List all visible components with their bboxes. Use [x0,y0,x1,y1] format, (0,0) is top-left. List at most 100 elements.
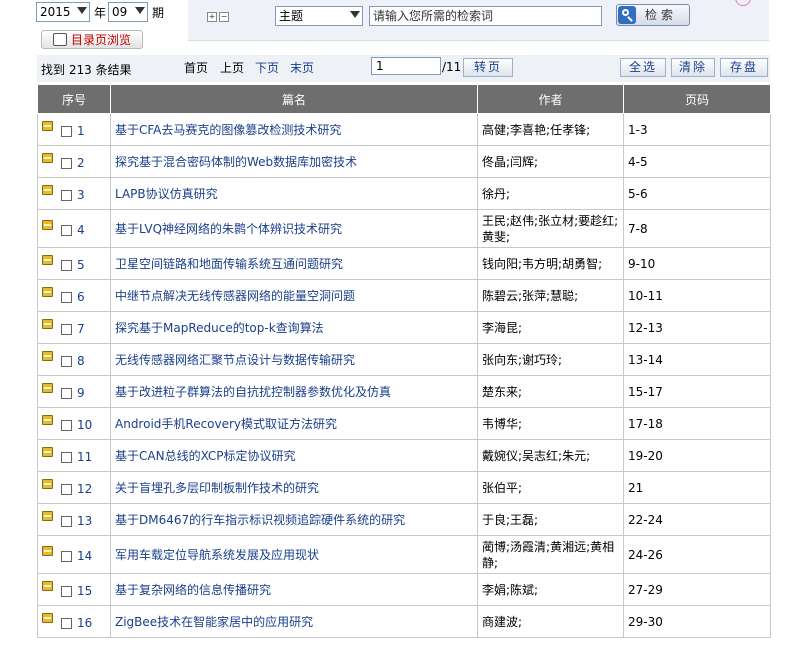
article-title-link[interactable]: 基于CAN总线的XCP标定协议研究 [115,449,296,463]
row-checkbox[interactable] [61,260,72,271]
row-number-cell: 5 [37,247,111,280]
article-title-link[interactable]: 中继节点解决无线传感器网络的能量空洞问题 [115,289,355,303]
search-field-value: 主题 [279,9,304,23]
article-title-link[interactable]: 军用车载定位导航系统发展及应用现状 [115,548,319,562]
book-icon[interactable] [42,415,53,425]
book-icon[interactable] [42,581,53,591]
book-icon[interactable] [42,351,53,361]
search-field-select[interactable]: 主题 [275,6,363,26]
row-checkbox[interactable] [61,484,72,495]
article-title-link[interactable]: 基于复杂网络的信息传播研究 [115,583,271,597]
pages-cell: 4-5 [623,145,771,178]
row-checkbox[interactable] [61,516,72,527]
row-checkbox[interactable] [61,292,72,303]
row-checkbox[interactable] [61,452,72,463]
search-button[interactable]: 检索 [616,4,690,26]
row-checkbox[interactable] [61,190,72,201]
table-row: 10 Android手机Recovery模式取证方法研究 韦博华; 17-18 [37,407,771,440]
row-checkbox[interactable] [61,618,72,629]
page-number-input[interactable]: 1 [371,57,441,75]
book-icon[interactable] [42,220,53,230]
book-icon[interactable] [42,121,53,131]
article-title-link[interactable]: 基于LVQ神经网络的朱鹮个体辨识技术研究 [115,222,342,236]
toc-browse-button[interactable]: 目录页浏览 [41,30,143,49]
article-title-link[interactable]: 基于DM6467的行车指示标识视频追踪硬件系统的研究 [115,513,405,527]
prev-page-link[interactable]: 上页 [220,59,244,76]
minus-icon[interactable]: − [219,12,229,22]
pages-cell: 15-17 [623,375,771,408]
row-number: 4 [77,223,85,237]
book-icon[interactable] [42,153,53,163]
row-number: 5 [77,258,85,272]
header-author: 作者 [477,84,624,114]
row-checkbox[interactable] [61,126,72,137]
issue-select[interactable]: 09 [108,2,148,22]
title-cell: ZigBee技术在智能家居中的应用研究 [110,605,478,638]
table-row: 11 基于CAN总线的XCP标定协议研究 戴婉仪;吴志红;朱元; 19-20 [37,439,771,472]
table-row: 12 关于盲埋孔多层印制板制作技术的研究 张伯平; 21 [37,471,771,504]
author-cell: 王民;赵伟;张立材;要趁红;黄斐; [477,209,624,248]
search-input[interactable]: 请输入您所需的检索词 [369,6,602,26]
table-row: 16 ZigBee技术在智能家居中的应用研究 商建波; 29-30 [37,605,771,638]
table-row: 13 基于DM6467的行车指示标识视频追踪硬件系统的研究 于良;王磊; 22-24 [37,503,771,536]
row-checkbox[interactable] [61,225,72,236]
row-checkbox[interactable] [61,356,72,367]
author-cell: 张伯平; [477,471,624,504]
table-row: 1 基于CFA去马赛克的图像篡改检测技术研究 高健;李喜艳;任孝锋; 1-3 [37,113,771,146]
row-checkbox[interactable] [61,551,72,562]
result-count: 找到 213 条结果 [41,63,132,77]
row-checkbox[interactable] [61,158,72,169]
table-row: 5 卫星空间链路和地面传输系统互通问题研究 钱向阳;韦方明;胡勇智; 9-10 [37,247,771,280]
row-number-cell: 15 [37,573,111,606]
first-page-link[interactable]: 首页 [184,59,208,76]
article-title-link[interactable]: LAPB协议仿真研究 [115,187,218,201]
row-number-cell: 2 [37,145,111,178]
book-icon[interactable] [42,546,53,556]
article-title-link[interactable]: 卫星空间链路和地面传输系统互通问题研究 [115,257,343,271]
book-icon[interactable] [42,383,53,393]
book-icon[interactable] [42,511,53,521]
article-title-link[interactable]: 探究基于MapReduce的top-k查询算法 [115,321,324,335]
title-cell: 基于CFA去马赛克的图像篡改检测技术研究 [110,113,478,146]
article-title-link[interactable]: Android手机Recovery模式取证方法研究 [115,417,337,431]
article-title-link[interactable]: 无线传感器网络汇聚节点设计与数据传输研究 [115,353,355,367]
article-title-link[interactable]: 基于改进粒子群算法的自抗扰控制器参数优化及仿真 [115,385,391,399]
jump-page-button[interactable]: 转页 [463,58,513,77]
book-icon[interactable] [42,479,53,489]
row-number: 15 [77,584,93,598]
row-number-cell: 9 [37,375,111,408]
next-page-link[interactable]: 下页 [255,59,279,76]
row-number: 6 [77,290,85,304]
year-select[interactable]: 2015 [36,2,90,22]
book-icon[interactable] [42,613,53,623]
row-checkbox[interactable] [61,388,72,399]
pages-cell: 22-24 [623,503,771,536]
book-icon[interactable] [42,185,53,195]
book-icon[interactable] [42,319,53,329]
pages-cell: 9-10 [623,247,771,280]
title-cell: 探究基于混合密码体制的Web数据库加密技术 [110,145,478,178]
book-icon[interactable] [42,255,53,265]
article-title-link[interactable]: ZigBee技术在智能家居中的应用研究 [115,615,313,629]
chevron-down-icon [77,7,87,14]
article-title-link[interactable]: 关于盲埋孔多层印制板制作技术的研究 [115,481,319,495]
row-checkbox[interactable] [61,324,72,335]
title-cell: 基于CAN总线的XCP标定协议研究 [110,439,478,472]
last-page-link[interactable]: 末页 [290,59,314,76]
clear-button[interactable]: 清除 [671,58,715,77]
select-all-button[interactable]: 全选 [620,58,666,77]
article-title-link[interactable]: 基于CFA去马赛克的图像篡改检测技术研究 [115,123,341,137]
author-cell: 李娟;陈斌; [477,573,624,606]
author-cell: 于良;王磊; [477,503,624,536]
row-checkbox[interactable] [61,420,72,431]
row-number-cell: 12 [37,471,111,504]
author-cell: 楚东来; [477,375,624,408]
article-title-link[interactable]: 探究基于混合密码体制的Web数据库加密技术 [115,155,357,169]
row-checkbox[interactable] [61,586,72,597]
plus-icon[interactable]: + [207,12,217,22]
book-icon[interactable] [42,447,53,457]
save-button[interactable]: 存盘 [720,58,768,77]
book-icon[interactable] [42,287,53,297]
pages-cell: 27-29 [623,573,771,606]
table-row: 3 LAPB协议仿真研究 徐丹; 5-6 [37,177,771,210]
